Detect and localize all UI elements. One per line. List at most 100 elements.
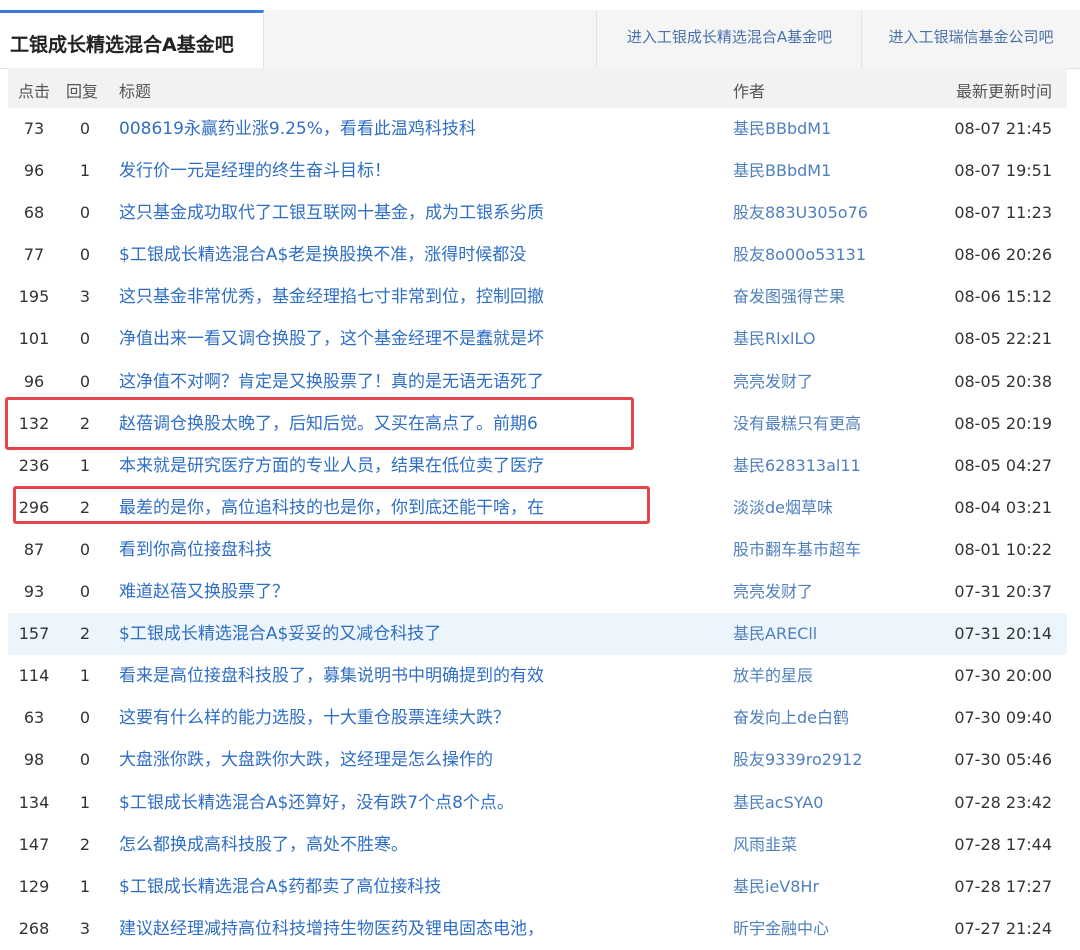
row-replies: 3 — [79, 918, 91, 938]
table-row: 134 1 $工银成长精选混合A$还算好，没有跌7个点8个点。 基民acSYA0… — [8, 782, 1067, 824]
table-row: 96 1 发行价一元是经理的终生奋斗目标！ 基民BBbdM1 08-07 19:… — [8, 150, 1067, 192]
post-title-link[interactable]: 这要有什么样的能力选股，十大重仓股票连续大跌？ — [119, 697, 510, 739]
row-clicks: 195 — [18, 287, 50, 307]
tab-fund-bar-label: 工银成长精选混合A基金吧 — [10, 34, 234, 56]
row-updated-time: 08-07 11:23 — [954, 203, 1052, 223]
post-author-link[interactable]: 基民BBbdM1 — [733, 108, 831, 150]
row-clicks: 63 — [23, 708, 45, 728]
tab-fund-bar[interactable]: 工银成长精选混合A基金吧 — [0, 10, 264, 68]
row-replies: 0 — [79, 203, 91, 223]
row-replies: 0 — [79, 245, 91, 265]
post-title-link[interactable]: 这净值不对啊？肯定是又换股票了！真的是无语无语死了 — [119, 361, 544, 403]
post-title-link[interactable]: 发行价一元是经理的终生奋斗目标！ — [119, 150, 391, 192]
table-row: 63 0 这要有什么样的能力选股，十大重仓股票连续大跌？ 奋发向上de白鹤 07… — [8, 697, 1067, 739]
post-title-link[interactable]: 赵蓓调仓换股太晚了，后知后觉。又买在高点了。前期6 — [119, 403, 538, 445]
post-author-link[interactable]: 风雨韭菜 — [733, 824, 797, 866]
post-author-link[interactable]: 基民628313al11 — [733, 445, 861, 487]
post-title-link[interactable]: 建议赵经理减持高位科技增持生物医药及锂电固态电池， — [119, 908, 544, 950]
row-updated-time: 08-07 19:51 — [954, 161, 1052, 181]
post-title-link[interactable]: 这只基金成功取代了工银互联网十基金，成为工银系劣质 — [119, 192, 544, 234]
row-replies: 2 — [79, 624, 91, 644]
table-row: 296 2 最差的是你，高位追科技的也是你，你到底还能干啥，在 淡淡de烟草味 … — [8, 487, 1067, 529]
post-author-link[interactable]: 昕宇金融中心 — [733, 908, 829, 950]
post-author-link[interactable]: 股市翻车基市超车 — [733, 529, 861, 571]
post-author-link[interactable]: 淡淡de烟草味 — [733, 487, 833, 529]
post-author-link[interactable]: 股友9339ro2912 — [733, 739, 862, 781]
row-clicks: 96 — [23, 371, 45, 391]
row-updated-time: 07-30 05:46 — [954, 750, 1052, 770]
post-author-link[interactable]: 基民BBbdM1 — [733, 150, 831, 192]
table-row: 93 0 难道赵蓓又换股票了？ 亮亮发财了 07-31 20:37 — [8, 571, 1067, 613]
post-author-link[interactable]: 基民ARECll — [733, 613, 817, 655]
post-author-link[interactable]: 基民ieV8Hr — [733, 866, 819, 908]
row-updated-time: 08-05 04:27 — [954, 455, 1052, 475]
row-updated-time: 08-05 22:21 — [954, 329, 1052, 349]
post-title-link[interactable]: 这只基金非常优秀，基金经理掐七寸非常到位，控制回撤 — [119, 276, 544, 318]
row-replies: 0 — [79, 119, 91, 138]
row-replies: 0 — [79, 708, 91, 728]
row-updated-time: 08-05 20:19 — [954, 413, 1052, 433]
table-row: 147 2 怎么都换成高科技股了，高处不胜寒。 风雨韭菜 07-28 17:44 — [8, 824, 1067, 866]
header-clicks: 点击 — [18, 82, 51, 101]
row-updated-time: 07-28 17:27 — [954, 876, 1052, 896]
row-replies: 2 — [79, 834, 91, 854]
post-title-link[interactable]: 008619永赢药业涨9.25%，看看此温鸡科技科 — [119, 108, 476, 150]
row-replies: 1 — [79, 161, 91, 181]
post-author-link[interactable]: 股友883U305o76 — [733, 192, 868, 234]
row-clicks: 73 — [23, 119, 45, 138]
header-updated: 最新更新时间 — [955, 82, 1052, 101]
post-title-link[interactable]: 难道赵蓓又换股票了？ — [119, 571, 289, 613]
row-updated-time: 08-06 15:12 — [954, 287, 1052, 307]
post-author-link[interactable]: 股友8o00o53131 — [733, 234, 866, 276]
row-clicks: 98 — [23, 750, 45, 770]
row-replies: 2 — [79, 413, 91, 433]
table-row: 129 1 $工银成长精选混合A$药都卖了高位接科技 基民ieV8Hr 07-2… — [8, 866, 1067, 908]
row-updated-time: 07-27 21:24 — [954, 918, 1052, 938]
post-author-link[interactable]: 基民acSYA0 — [733, 782, 823, 824]
tab-bar: 工银成长精选混合A基金吧 进入工银成长精选混合A基金吧 进入工银瑞信基金公司吧 — [0, 10, 1080, 69]
row-clicks: 93 — [23, 582, 45, 602]
post-title-link[interactable]: $工银成长精选混合A$妥妥的又减仓科技了 — [119, 613, 441, 655]
row-clicks: 96 — [23, 161, 45, 181]
enter-fund-bar-link[interactable]: 进入工银成长精选混合A基金吧 — [596, 10, 862, 68]
post-title-link[interactable]: 净值出来一看又调仓换股了，这个基金经理不是蠢就是坏 — [119, 318, 544, 360]
table-row: 68 0 这只基金成功取代了工银互联网十基金，成为工银系劣质 股友883U305… — [8, 192, 1067, 234]
row-replies: 0 — [79, 329, 91, 349]
row-replies: 1 — [79, 455, 91, 475]
post-author-link[interactable]: 基民RlxlLO — [733, 318, 815, 360]
table-row: 96 0 这净值不对啊？肯定是又换股票了！真的是无语无语死了 亮亮发财了 08-… — [8, 361, 1067, 403]
post-author-link[interactable]: 亮亮发财了 — [733, 571, 813, 613]
row-updated-time: 07-31 20:37 — [954, 582, 1052, 602]
row-clicks: 101 — [18, 329, 50, 349]
header-author: 作者 — [733, 82, 766, 101]
row-clicks: 157 — [18, 624, 50, 644]
post-author-link[interactable]: 亮亮发财了 — [733, 361, 813, 403]
row-updated-time: 07-30 20:00 — [954, 666, 1052, 686]
enter-company-bar-link[interactable]: 进入工银瑞信基金公司吧 — [861, 10, 1080, 68]
post-author-link[interactable]: 没有最糕只有更高 — [733, 403, 861, 445]
post-author-link[interactable]: 放羊的星辰 — [733, 655, 813, 697]
row-updated-time: 07-31 20:14 — [954, 624, 1052, 644]
post-title-link[interactable]: 最差的是你，高位追科技的也是你，你到底还能干啥，在 — [119, 487, 544, 529]
row-clicks: 114 — [18, 666, 50, 686]
post-title-link[interactable]: $工银成长精选混合A$老是换股换不准，涨得时候都没 — [119, 234, 526, 276]
post-title-link[interactable]: 本来就是研究医疗方面的专业人员，结果在低位卖了医疗 — [119, 445, 544, 487]
post-title-link[interactable]: 大盘涨你跌，大盘跌你大跌，这经理是怎么操作的 — [119, 739, 493, 781]
post-title-link[interactable]: 看来是高位接盘科技股了，募集说明书中明确提到的有效 — [119, 655, 544, 697]
table-row-hovered: 157 2 $工银成长精选混合A$妥妥的又减仓科技了 基民ARECll 07-3… — [8, 613, 1067, 656]
post-author-link[interactable]: 奋发图强得芒果 — [733, 276, 845, 318]
post-title-link[interactable]: $工银成长精选混合A$药都卖了高位接科技 — [119, 866, 441, 908]
post-title-link[interactable]: 看到你高位接盘科技 — [119, 529, 272, 571]
row-clicks: 147 — [18, 834, 50, 854]
row-replies: 1 — [79, 876, 91, 896]
post-title-link[interactable]: 怎么都换成高科技股了，高处不胜寒。 — [119, 824, 408, 866]
row-replies: 1 — [79, 666, 91, 686]
row-replies: 0 — [79, 582, 91, 602]
row-clicks: 87 — [23, 539, 45, 559]
table-row: 77 0 $工银成长精选混合A$老是换股换不准，涨得时候都没 股友8o00o53… — [8, 234, 1067, 276]
post-author-link[interactable]: 奋发向上de白鹤 — [733, 697, 849, 739]
row-updated-time: 08-04 03:21 — [954, 497, 1052, 517]
row-replies: 0 — [79, 539, 91, 559]
header-title: 标题 — [119, 82, 152, 101]
post-title-link[interactable]: $工银成长精选混合A$还算好，没有跌7个点8个点。 — [119, 782, 514, 824]
